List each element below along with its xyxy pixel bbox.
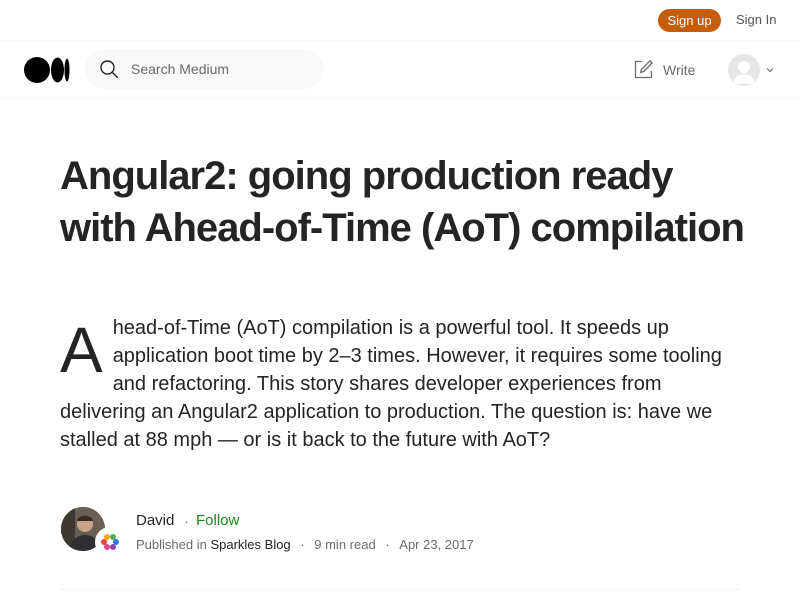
sign-in-link[interactable]: Sign In xyxy=(736,12,776,27)
article-title: Angular2: going production ready with Ah… xyxy=(60,154,745,250)
read-time: 9 min read xyxy=(314,537,376,552)
user-avatar-icon xyxy=(728,54,760,86)
publication-link[interactable]: Sparkles Blog xyxy=(210,537,290,552)
publish-date: Apr 23, 2017 xyxy=(399,537,474,552)
search-input[interactable] xyxy=(131,59,311,79)
user-menu-button[interactable] xyxy=(728,54,776,86)
search-bar[interactable] xyxy=(85,49,324,89)
author-name[interactable]: David xyxy=(136,512,174,529)
separator-dot: · xyxy=(300,537,305,552)
search-icon xyxy=(100,60,119,79)
write-label: Write xyxy=(663,62,696,78)
header: Write xyxy=(0,41,800,99)
write-icon xyxy=(634,60,653,79)
published-in-label: Published in xyxy=(136,537,207,552)
separator-dot: · xyxy=(184,513,189,529)
divider xyxy=(60,589,740,590)
post-meta: Published in Sparkles Blog · 9 min read … xyxy=(136,537,474,552)
subtitle-text: head-of-Time (AoT) compilation is a powe… xyxy=(60,317,722,451)
chevron-down-icon xyxy=(766,68,774,73)
follow-button[interactable]: Follow xyxy=(196,512,239,529)
article-subtitle: Ahead-of-Time (AoT) compilation is a pow… xyxy=(60,314,750,454)
top-bar: Sign up Sign In xyxy=(0,0,800,41)
sign-up-button[interactable]: Sign up xyxy=(658,9,721,32)
separator-dot: · xyxy=(385,537,390,552)
drop-cap: A xyxy=(60,314,103,386)
medium-logo-icon[interactable] xyxy=(24,57,70,83)
publication-logo-icon[interactable] xyxy=(95,527,125,557)
